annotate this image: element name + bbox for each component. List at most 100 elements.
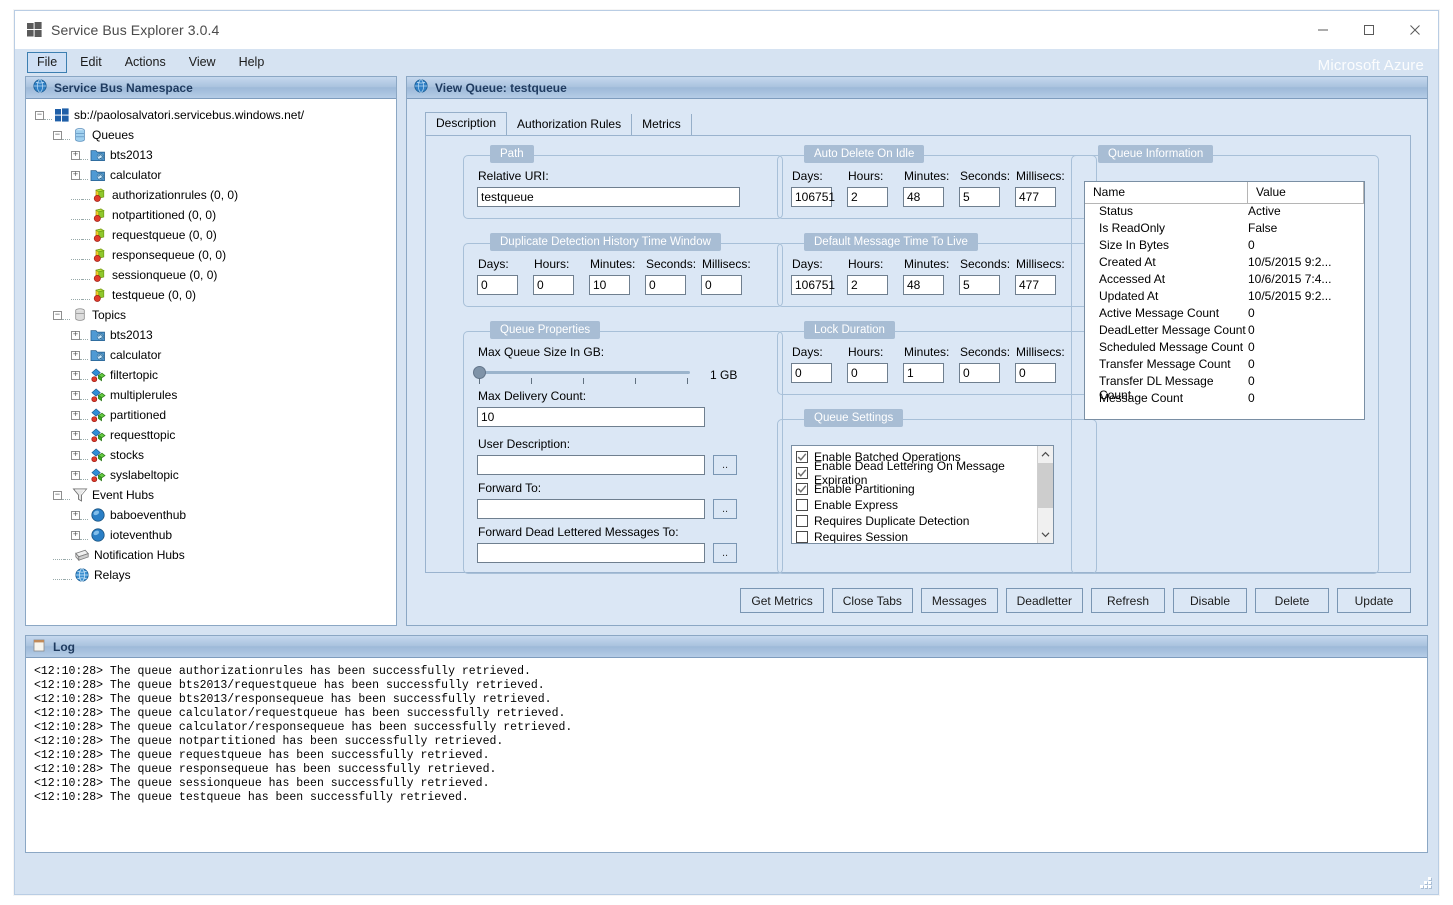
queue-setting-row[interactable]: Enable Dead Lettering On Message Expirat… (792, 459, 1053, 487)
table-row[interactable]: Status Active (1085, 204, 1364, 221)
ad-millisecs-input[interactable]: 477 (1015, 187, 1056, 207)
tree-expand-toggle[interactable]: + (71, 330, 80, 340)
table-row[interactable]: Accessed At 10/6/2015 7:4... (1085, 272, 1364, 289)
tree-item-requestqueue-0-0[interactable]: requestqueue (0, 0) (26, 225, 396, 245)
tab-authorization-rules[interactable]: Authorization Rules (507, 114, 633, 135)
menu-item-edit[interactable]: Edit (70, 52, 112, 73)
scroll-up-icon[interactable] (1038, 446, 1053, 463)
ttl-millisecs-input[interactable]: 477 (1015, 275, 1056, 295)
ttl-hours-input[interactable]: 2 (847, 275, 888, 295)
resize-grip[interactable] (1419, 876, 1433, 890)
tree-item-requesttopic[interactable]: + requesttopic (26, 425, 396, 445)
disable-button[interactable]: Disable (1173, 588, 1247, 613)
ad-days-input[interactable]: 106751 (791, 187, 835, 207)
max-queue-size-slider[interactable] (470, 364, 698, 386)
deadletter-button[interactable]: Deadletter (1005, 588, 1083, 613)
table-row[interactable]: Is ReadOnly False (1085, 221, 1364, 238)
dd-millisecs-input[interactable]: 0 (701, 275, 742, 295)
tree-item-sessionqueue-0-0[interactable]: sessionqueue (0, 0) (26, 265, 396, 285)
tree-item-syslabeltopic[interactable]: + syslabeltopic (26, 465, 396, 485)
forward-dead-lettered-input[interactable] (477, 543, 705, 563)
minimize-icon[interactable] (1300, 11, 1346, 49)
queue-setting-row[interactable]: Requires Session (792, 529, 1053, 543)
tree-expand-toggle[interactable]: + (71, 170, 80, 180)
log-output[interactable]: <12:10:28> The queue authorizationrules … (26, 658, 1427, 852)
tree-item-queues[interactable]: − Queues (26, 125, 396, 145)
checkbox-unchecked-icon[interactable] (796, 531, 808, 543)
checkbox-checked-icon[interactable] (796, 467, 808, 479)
queue-setting-row[interactable]: Enable Express (792, 497, 1053, 513)
ttl-seconds-input[interactable]: 5 (959, 275, 1000, 295)
table-row[interactable]: Message Count 0 (1085, 391, 1364, 408)
table-row[interactable]: Transfer Message Count 0 (1085, 357, 1364, 374)
tree-item-multiplerules[interactable]: + multiplerules (26, 385, 396, 405)
table-row[interactable]: Scheduled Message Count 0 (1085, 340, 1364, 357)
relative-uri-input[interactable]: testqueue (477, 187, 740, 207)
table-row[interactable]: Active Message Count 0 (1085, 306, 1364, 323)
table-row[interactable]: Transfer DL Message Count 0 (1085, 374, 1364, 402)
scrollbar-thumb[interactable] (1038, 463, 1053, 508)
messages-button[interactable]: Messages (920, 588, 998, 613)
queue-setting-row[interactable]: Requires Duplicate Detection (792, 513, 1053, 529)
queue-settings-list[interactable]: Enable Batched Operations Enable Dead Let… (791, 445, 1054, 544)
tree-item-ioteventhub[interactable]: + ioteventhub (26, 525, 396, 545)
tree-expand-toggle[interactable]: + (71, 350, 80, 360)
dd-hours-input[interactable]: 0 (533, 275, 574, 295)
forward-to-input[interactable] (477, 499, 705, 519)
checkbox-unchecked-icon[interactable] (796, 515, 808, 527)
table-row[interactable]: DeadLetter Message Count 0 (1085, 323, 1364, 340)
menu-item-view[interactable]: View (179, 52, 226, 73)
menu-item-actions[interactable]: Actions (115, 52, 176, 73)
tree-item-authorizationrules-0-0[interactable]: authorizationrules (0, 0) (26, 185, 396, 205)
tree-item-notification-hubs[interactable]: Notification Hubs (26, 545, 396, 565)
grid-header-name[interactable]: Name (1085, 182, 1248, 203)
tree-collapse-toggle[interactable]: − (35, 110, 44, 120)
tree-item-topics[interactable]: − Topics (26, 305, 396, 325)
ad-seconds-input[interactable]: 5 (959, 187, 1000, 207)
lock-millisecs-input[interactable]: 0 (1015, 363, 1056, 383)
tree-item-partitioned[interactable]: + partitioned (26, 405, 396, 425)
user-description-input[interactable] (477, 455, 705, 475)
ad-hours-input[interactable]: 2 (847, 187, 888, 207)
dd-minutes-input[interactable]: 10 (589, 275, 630, 295)
lock-minutes-input[interactable]: 1 (903, 363, 944, 383)
tree-item-filtertopic[interactable]: + filtertopic (26, 365, 396, 385)
tree-expand-toggle[interactable]: + (71, 410, 80, 420)
checkbox-checked-icon[interactable] (796, 483, 808, 495)
update-button[interactable]: Update (1337, 588, 1411, 613)
maximize-icon[interactable] (1346, 11, 1392, 49)
tree-item-stocks[interactable]: + stocks (26, 445, 396, 465)
lock-days-input[interactable]: 0 (791, 363, 832, 383)
tree-collapse-toggle[interactable]: − (53, 490, 62, 500)
tree-item-notpartitioned-0-0[interactable]: notpartitioned (0, 0) (26, 205, 396, 225)
tree-expand-toggle[interactable]: + (71, 370, 80, 380)
get-metrics-button[interactable]: Get Metrics (740, 588, 824, 613)
tree-item-calculator[interactable]: + calculator (26, 165, 396, 185)
close-tabs-button[interactable]: Close Tabs (831, 588, 913, 613)
tree-item-relays[interactable]: Relays (26, 565, 396, 585)
queue-settings-scrollbar[interactable] (1037, 446, 1053, 543)
tree-item-responsequeue-0-0[interactable]: responsequeue (0, 0) (26, 245, 396, 265)
tree-item-baboeventhub[interactable]: + baboeventhub (26, 505, 396, 525)
tree-item-bts2013[interactable]: + bts2013 (26, 325, 396, 345)
tree-expand-toggle[interactable]: + (71, 470, 80, 480)
tree-expand-toggle[interactable]: + (71, 390, 80, 400)
ad-minutes-input[interactable]: 48 (903, 187, 944, 207)
table-row[interactable]: Updated At 10/5/2015 9:2... (1085, 289, 1364, 306)
ttl-minutes-input[interactable]: 48 (903, 275, 944, 295)
tree-expand-toggle[interactable]: + (71, 530, 80, 540)
max-delivery-count-input[interactable]: 10 (477, 407, 705, 427)
queue-information-grid[interactable]: Name Value Status Active Is ReadOnly False S… (1084, 181, 1365, 420)
tree-collapse-toggle[interactable]: − (53, 310, 62, 320)
tree-item-sb-paolosalvatori-servicebus-windows-net[interactable]: − sb://paolosalvatori.servicebus.windows.… (26, 105, 396, 125)
tree-item-calculator[interactable]: + calculator (26, 345, 396, 365)
lock-seconds-input[interactable]: 0 (959, 363, 1000, 383)
ttl-days-input[interactable]: 106751 (791, 275, 835, 295)
menu-item-file[interactable]: File (27, 52, 68, 73)
tree-expand-toggle[interactable]: + (71, 510, 80, 520)
checkbox-unchecked-icon[interactable] (796, 499, 808, 511)
table-row[interactable]: Created At 10/5/2015 9:2... (1085, 255, 1364, 272)
forward-dead-lettered-browse-button[interactable]: .. (713, 543, 737, 563)
tab-metrics[interactable]: Metrics (632, 114, 692, 135)
scroll-down-icon[interactable] (1038, 526, 1053, 543)
